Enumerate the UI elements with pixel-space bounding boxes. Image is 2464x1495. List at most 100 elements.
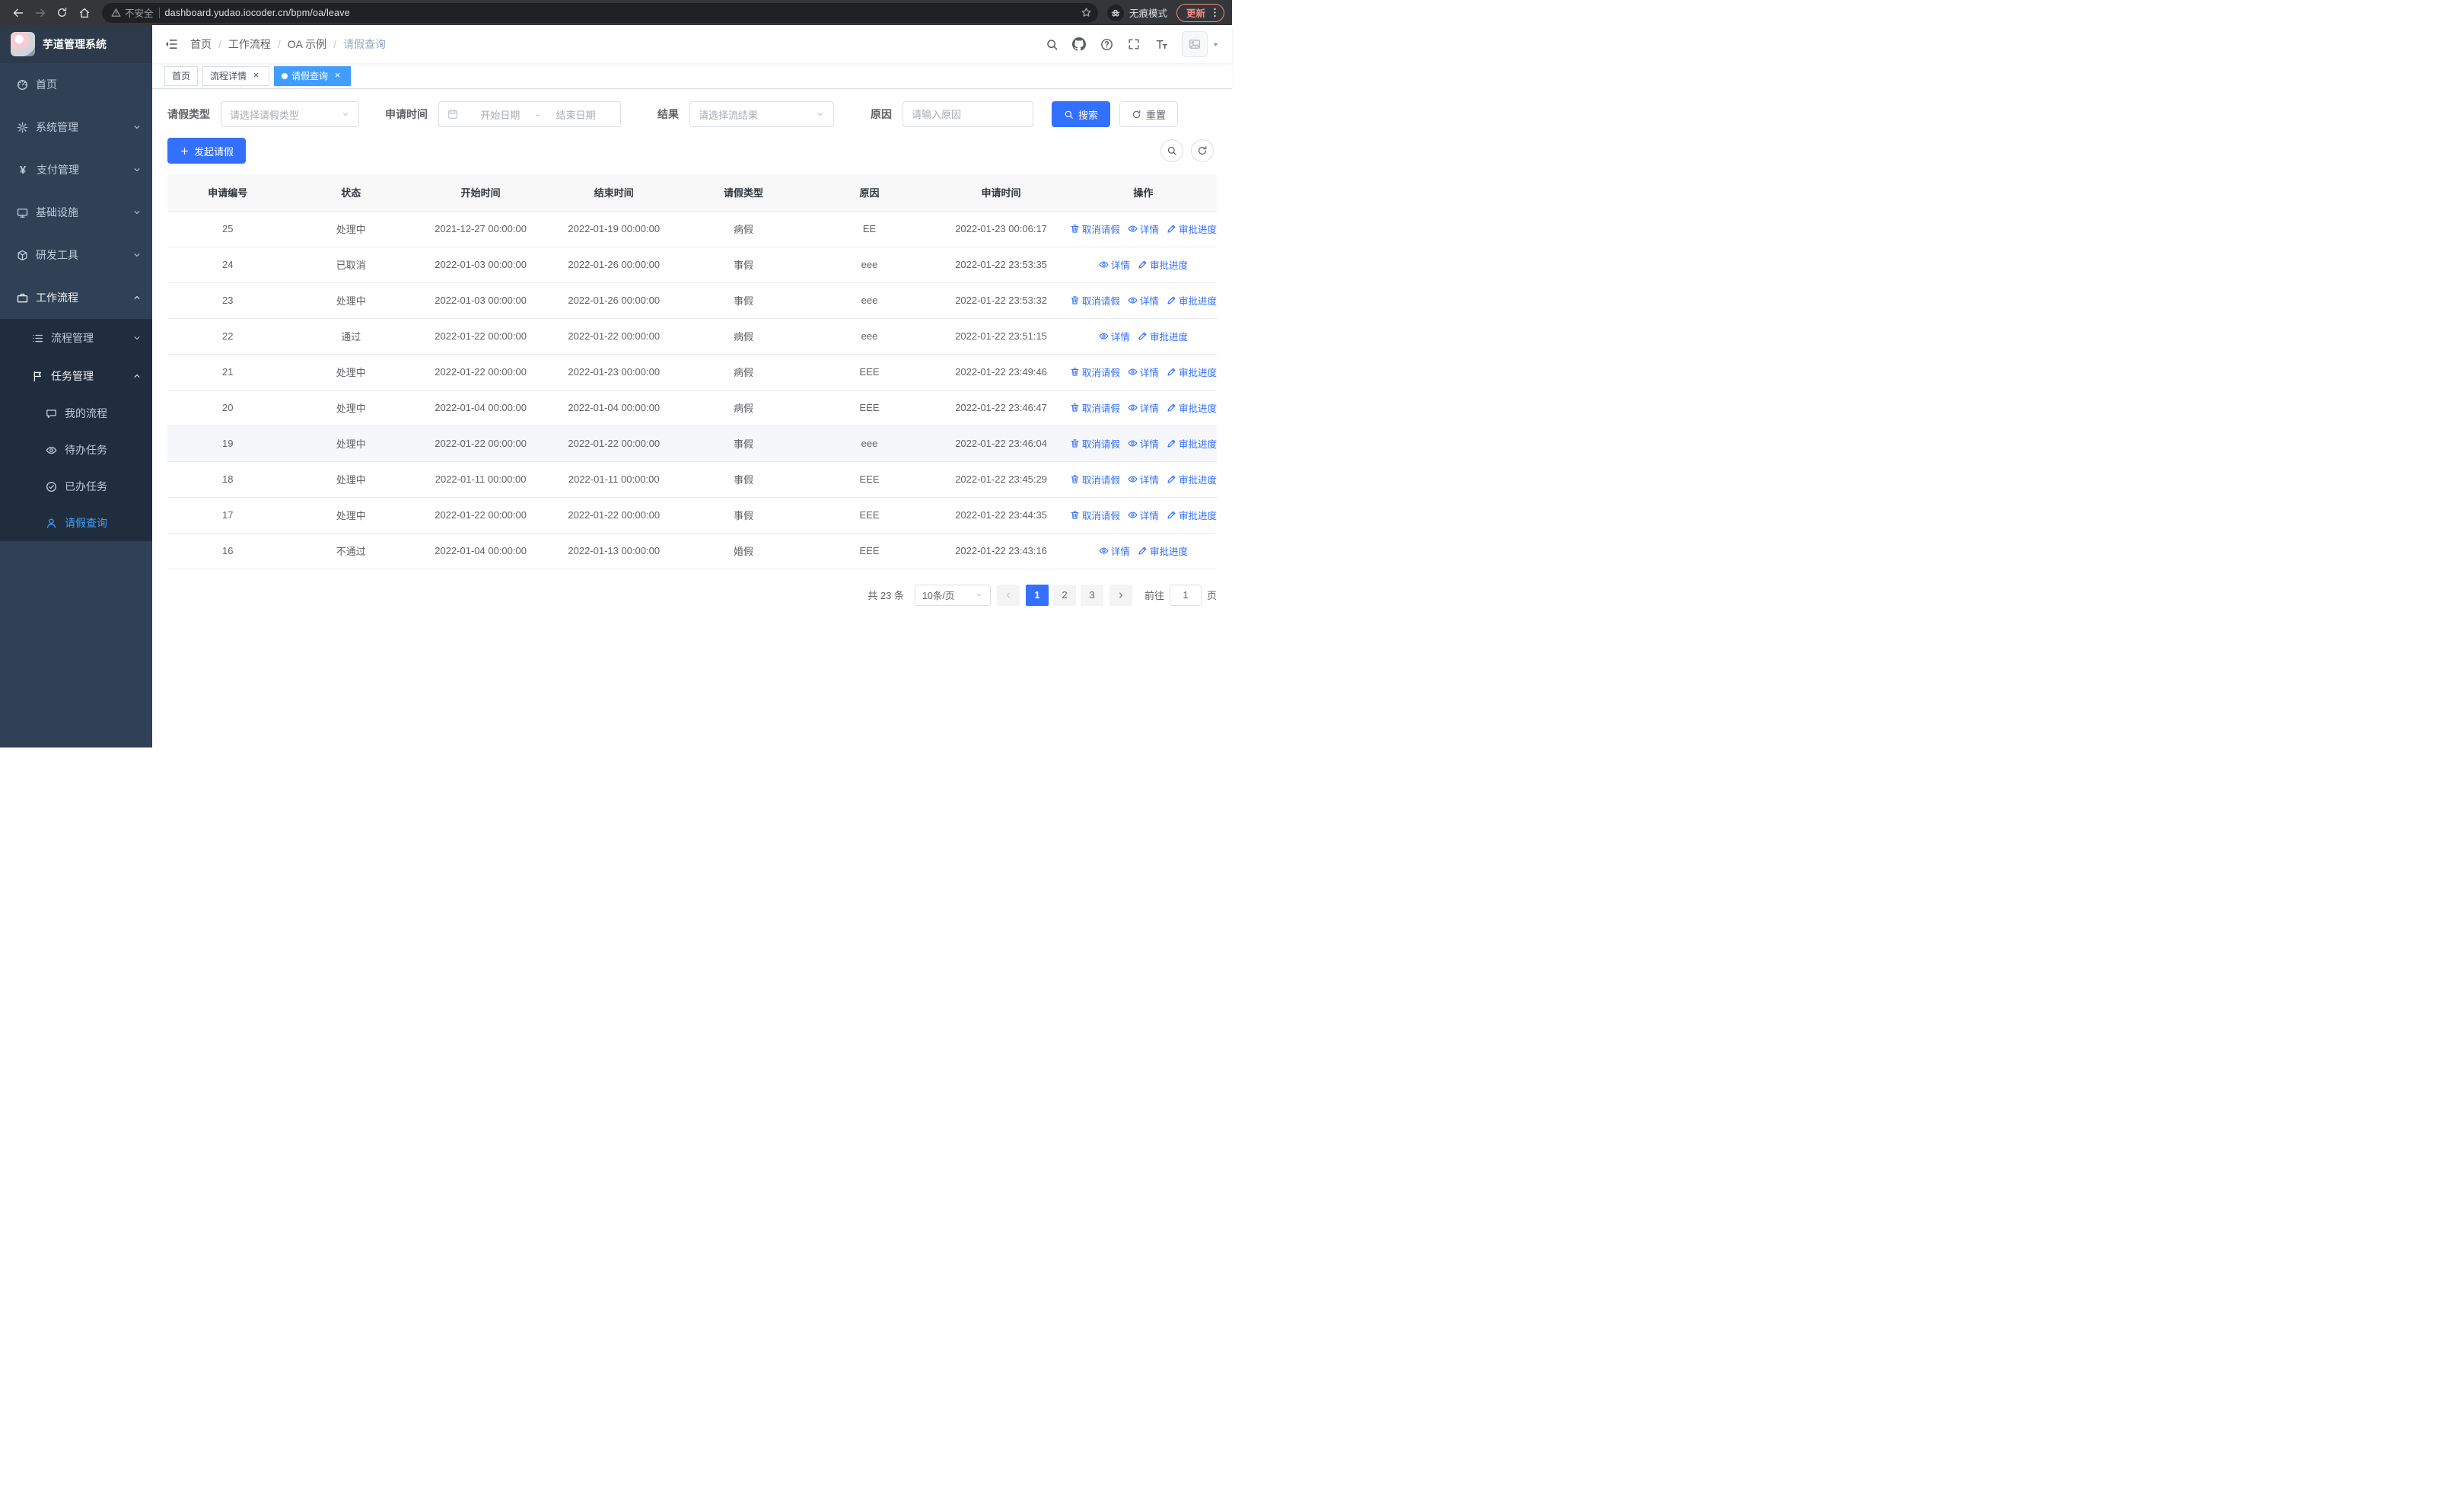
browser-forward-button[interactable]: [30, 2, 50, 23]
page-button-3[interactable]: 3: [1080, 584, 1103, 606]
security-indicator[interactable]: 不安全: [111, 5, 154, 20]
cancel-action-link[interactable]: 取消请假: [1070, 365, 1120, 379]
column-header[interactable]: 请假类型: [680, 174, 807, 212]
progress-action-link[interactable]: 审批进度: [1167, 365, 1217, 379]
reason-input[interactable]: [903, 101, 1033, 127]
tab-home[interactable]: 首页: [164, 65, 199, 86]
detail-action-link[interactable]: 详情: [1128, 436, 1159, 451]
toggle-search-button[interactable]: [1160, 139, 1183, 162]
column-header[interactable]: 操作: [1069, 174, 1217, 212]
table-row[interactable]: 23 处理中 2022-01-03 00:00:00 2022-01-26 00…: [167, 282, 1217, 319]
sidebar-item-dev-tools[interactable]: 研发工具: [0, 234, 152, 276]
leave-type-select[interactable]: 请选择请假类型: [221, 101, 359, 127]
sidebar-item-todo-tasks[interactable]: 待办任务: [0, 432, 152, 468]
detail-action-link[interactable]: 详情: [1128, 472, 1159, 486]
goto-page-input[interactable]: [1169, 584, 1202, 606]
table-row[interactable]: 16 不通过 2022-01-04 00:00:00 2022-01-13 00…: [167, 533, 1217, 569]
table-row[interactable]: 18 处理中 2022-01-11 00:00:00 2022-01-11 00…: [167, 461, 1217, 498]
sidebar-item-payment-management[interactable]: ¥ 支付管理: [0, 148, 152, 191]
column-header[interactable]: 原因: [806, 174, 933, 212]
address-bar[interactable]: 不安全 dashboard.yudao.iocoder.cn/bpm/oa/le…: [102, 2, 1098, 23]
progress-action-link[interactable]: 审批进度: [1167, 436, 1217, 451]
cancel-action-link[interactable]: 取消请假: [1070, 508, 1120, 522]
browser-back-button[interactable]: [8, 2, 28, 23]
sidebar-item-workflow[interactable]: 工作流程: [0, 276, 152, 319]
sidebar-item-system-management[interactable]: 系统管理: [0, 106, 152, 148]
detail-action-link[interactable]: 详情: [1128, 365, 1159, 379]
close-tab-icon[interactable]: ×: [332, 70, 343, 81]
progress-action-link[interactable]: 审批进度: [1167, 400, 1217, 415]
table-row[interactable]: 17 处理中 2022-01-22 00:00:00 2022-01-22 00…: [167, 497, 1217, 534]
progress-action-link[interactable]: 审批进度: [1167, 508, 1217, 522]
search-button[interactable]: 搜索: [1052, 101, 1111, 127]
fullscreen-button[interactable]: [1121, 29, 1147, 59]
cancel-action-link[interactable]: 取消请假: [1070, 222, 1120, 236]
browser-menu-icon[interactable]: [1209, 7, 1221, 18]
page-button-1[interactable]: 1: [1025, 584, 1049, 606]
sidebar-item-task-management[interactable]: 任务管理: [0, 357, 152, 395]
breadcrumb-item[interactable]: OA 示例: [288, 37, 326, 52]
browser-reload-button[interactable]: [52, 2, 72, 23]
table-row[interactable]: 21 处理中 2022-01-22 00:00:00 2022-01-23 00…: [167, 354, 1217, 390]
breadcrumb-item[interactable]: 工作流程: [228, 37, 271, 52]
breadcrumb-item[interactable]: 首页: [190, 37, 212, 52]
cell-type: 事假: [680, 497, 807, 534]
progress-action-link[interactable]: 审批进度: [1167, 293, 1217, 308]
cancel-action-link[interactable]: 取消请假: [1070, 400, 1120, 415]
close-tab-icon[interactable]: ×: [250, 70, 262, 81]
progress-action-link[interactable]: 审批进度: [1138, 543, 1188, 558]
cancel-action-link[interactable]: 取消请假: [1070, 472, 1120, 486]
table-row[interactable]: 24 已取消 2022-01-03 00:00:00 2022-01-26 00…: [167, 247, 1217, 283]
page-button-2[interactable]: 2: [1052, 584, 1076, 606]
table-row[interactable]: 20 处理中 2022-01-04 00:00:00 2022-01-04 00…: [167, 390, 1217, 426]
page-size-select[interactable]: 10条/页: [914, 584, 991, 606]
sidebar-collapse-button[interactable]: [152, 25, 190, 63]
user-menu[interactable]: [1182, 31, 1220, 57]
tab-process-detail[interactable]: 流程详情 ×: [202, 65, 270, 86]
sidebar-item-my-process[interactable]: 我的流程: [0, 395, 152, 432]
sidebar-item-home[interactable]: 首页: [0, 63, 152, 106]
app-logo[interactable]: 芋道管理系统: [0, 25, 152, 63]
help-doc-button[interactable]: [1094, 29, 1119, 59]
detail-action-link[interactable]: 详情: [1128, 508, 1159, 522]
cancel-action-link[interactable]: 取消请假: [1070, 436, 1120, 451]
column-header[interactable]: 申请编号: [167, 174, 288, 212]
progress-action-link[interactable]: 审批进度: [1167, 222, 1217, 236]
detail-action-link[interactable]: 详情: [1099, 543, 1130, 558]
browser-home-button[interactable]: [74, 2, 94, 23]
next-page-button[interactable]: [1109, 584, 1132, 606]
chrome-update-button[interactable]: 更新: [1176, 3, 1224, 22]
header-search-button[interactable]: [1039, 29, 1065, 59]
detail-action-link[interactable]: 详情: [1128, 293, 1159, 308]
user-avatar[interactable]: [1182, 31, 1208, 57]
detail-action-link[interactable]: 详情: [1099, 329, 1130, 343]
column-header[interactable]: 状态: [288, 174, 415, 212]
font-size-button[interactable]: [1148, 29, 1174, 59]
result-select[interactable]: 请选择流结果: [689, 101, 834, 127]
sidebar-item-process-management[interactable]: 流程管理: [0, 319, 152, 357]
progress-action-link[interactable]: 审批进度: [1138, 329, 1188, 343]
cancel-action-link[interactable]: 取消请假: [1070, 293, 1120, 308]
create-leave-button[interactable]: 发起请假: [167, 138, 247, 164]
sidebar-item-infrastructure[interactable]: 基础设施: [0, 191, 152, 234]
progress-action-link[interactable]: 审批进度: [1138, 257, 1188, 272]
tab-leave-query[interactable]: 请假查询 ×: [274, 65, 352, 86]
bookmark-star-icon[interactable]: [1081, 7, 1092, 18]
sidebar-item-done-tasks[interactable]: 已办任务: [0, 468, 152, 505]
column-header[interactable]: 申请时间: [932, 174, 1070, 212]
table-row[interactable]: 25 处理中 2021-12-27 00:00:00 2022-01-19 00…: [167, 211, 1217, 247]
table-row[interactable]: 19 处理中 2022-01-22 00:00:00 2022-01-22 00…: [167, 426, 1217, 462]
detail-action-link[interactable]: 详情: [1128, 222, 1159, 236]
prev-page-button[interactable]: [996, 584, 1020, 606]
apply-time-range-picker[interactable]: 开始日期 - 结束日期: [438, 101, 621, 127]
column-header[interactable]: 结束时间: [547, 174, 681, 212]
sidebar-item-leave-query[interactable]: 请假查询: [0, 505, 152, 541]
reset-button[interactable]: 重置: [1119, 101, 1179, 127]
column-header[interactable]: 开始时间: [414, 174, 548, 212]
table-row[interactable]: 22 通过 2022-01-22 00:00:00 2022-01-22 00:…: [167, 318, 1217, 355]
github-link[interactable]: [1066, 29, 1092, 59]
progress-action-link[interactable]: 审批进度: [1167, 472, 1217, 486]
detail-action-link[interactable]: 详情: [1128, 400, 1159, 415]
refresh-table-button[interactable]: [1191, 139, 1214, 162]
detail-action-link[interactable]: 详情: [1099, 257, 1130, 272]
